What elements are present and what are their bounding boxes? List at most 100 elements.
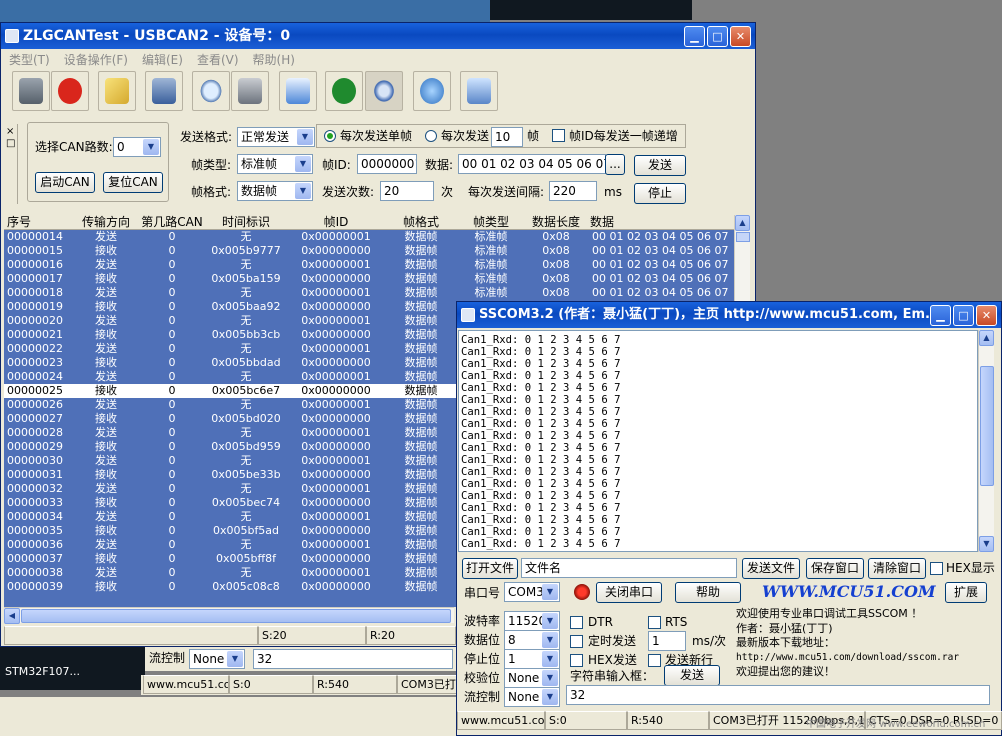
radio-multi-frame[interactable] bbox=[425, 130, 437, 142]
cell-timestamp: 0x005b9777 bbox=[211, 244, 281, 257]
start-can-button[interactable]: 启动CAN bbox=[35, 172, 95, 193]
send-count-input[interactable]: 20 bbox=[380, 181, 434, 201]
frame-type-select[interactable]: 标准帧 ▼ bbox=[237, 154, 313, 174]
toolbar-document-button[interactable] bbox=[279, 71, 317, 111]
bg-send-input[interactable]: 32 bbox=[253, 649, 453, 669]
mcu51-banner[interactable]: WWW.MCU51.COM bbox=[762, 582, 936, 602]
radio-single-frame[interactable] bbox=[324, 130, 336, 142]
cell-frame-id: 0x00000001 bbox=[301, 426, 371, 439]
stop-button[interactable]: 停止 bbox=[634, 183, 686, 204]
id-increment-checkbox[interactable] bbox=[552, 129, 565, 142]
bg-flow-select[interactable]: None ▼ bbox=[189, 649, 245, 669]
send-string-input[interactable]: 32 bbox=[566, 685, 990, 705]
sscom-close-icon[interactable]: ✕ bbox=[976, 305, 997, 326]
col-index[interactable]: 序号 bbox=[4, 215, 74, 229]
file-name-input[interactable]: 文件名 bbox=[521, 558, 737, 578]
expand-button[interactable]: 扩展 bbox=[945, 582, 987, 603]
toolbar-stop-button[interactable] bbox=[51, 71, 89, 111]
table-row[interactable]: 00000016 发送 0 无 0x00000001 数据帧 标准帧 0x08 00 01 02… bbox=[4, 258, 734, 272]
timed-interval-input[interactable]: 1 bbox=[648, 631, 686, 651]
databits-select[interactable]: 8 ▼ bbox=[504, 630, 560, 650]
cell-frame-format: 数据帧 bbox=[404, 440, 438, 453]
toolbar-computer-button[interactable] bbox=[460, 71, 498, 111]
channel-select[interactable]: 0 ▼ bbox=[113, 137, 161, 157]
stopbits-select[interactable]: 1 ▼ bbox=[504, 649, 560, 669]
save-window-button[interactable]: 保存窗口 bbox=[806, 558, 864, 579]
dock-restore-icon[interactable]: □ bbox=[6, 136, 15, 152]
dtr-checkbox[interactable] bbox=[570, 616, 583, 629]
table-hscrollbar[interactable]: ◀ bbox=[4, 607, 454, 624]
toolbar-settings-button[interactable] bbox=[365, 71, 403, 111]
rx-scroll-up-icon[interactable]: ▲ bbox=[979, 330, 994, 346]
scroll-thumb[interactable] bbox=[736, 232, 750, 242]
menu-device[interactable]: 设备操作(F) bbox=[64, 53, 128, 67]
toolbar-save-button[interactable] bbox=[231, 71, 269, 111]
col-direction[interactable]: 传输方向 bbox=[74, 215, 138, 229]
clear-window-button[interactable]: 清除窗口 bbox=[868, 558, 926, 579]
menu-edit[interactable]: 编辑(E) bbox=[142, 53, 183, 67]
multi-frame-count-input[interactable]: 10 bbox=[491, 127, 523, 147]
info-link[interactable]: http://www.mcu51.com/download/sscom.rar bbox=[736, 651, 992, 666]
rts-checkbox[interactable] bbox=[648, 616, 661, 629]
menu-type[interactable]: 类型(T) bbox=[9, 53, 50, 67]
frame-id-input[interactable]: 00000001 bbox=[357, 154, 417, 174]
toolbar-notepad-button[interactable] bbox=[98, 71, 136, 111]
toolbar-monitor-button[interactable] bbox=[12, 71, 50, 111]
interval-input[interactable]: 220 bbox=[549, 181, 597, 201]
sscom-minimize-icon[interactable]: ▁ bbox=[930, 305, 951, 326]
table-row[interactable]: 00000017 接收 0 0x005ba159 0x00000000 数据帧 标准帧 0x0… bbox=[4, 272, 734, 286]
frame-format-select[interactable]: 数据帧 ▼ bbox=[237, 181, 313, 201]
table-row[interactable]: 00000014 发送 0 无 0x00000001 数据帧 标准帧 0x08 00 01 02… bbox=[4, 230, 734, 244]
rx-scroll-down-icon[interactable]: ▼ bbox=[979, 536, 994, 552]
close-icon[interactable]: ✕ bbox=[730, 26, 751, 47]
send-format-select[interactable]: 正常发送 ▼ bbox=[237, 127, 315, 147]
table-row[interactable]: 00000018 发送 0 无 0x00000001 数据帧 标准帧 0x08 00 01 02… bbox=[4, 286, 734, 300]
hex-display-checkbox[interactable] bbox=[930, 562, 943, 575]
hex-send-checkbox[interactable] bbox=[570, 654, 583, 667]
port-select[interactable]: COM3 ▼ bbox=[504, 582, 560, 602]
rx-scroll-thumb[interactable] bbox=[980, 366, 994, 486]
send-button[interactable]: 发送 bbox=[634, 155, 686, 176]
scroll-up-icon[interactable]: ▲ bbox=[735, 215, 750, 231]
table-row[interactable]: 00000015 接收 0 0x005b9777 0x00000000 数据帧 标准帧 0x0… bbox=[4, 244, 734, 258]
col-channel[interactable]: 第几路CAN bbox=[138, 215, 206, 229]
data-ellipsis-button[interactable]: ... bbox=[605, 154, 625, 175]
info-line-5: 欢迎提出您的建议！ bbox=[736, 665, 835, 678]
sscom-maximize-icon[interactable]: □ bbox=[953, 305, 974, 326]
parity-select[interactable]: None ▼ bbox=[504, 668, 560, 688]
toolbar-accessibility-button[interactable] bbox=[325, 71, 363, 111]
minimize-icon[interactable]: ▁ bbox=[684, 26, 705, 47]
col-frame-type[interactable]: 帧类型 bbox=[456, 215, 526, 229]
toolbar-trash-button[interactable] bbox=[145, 71, 183, 111]
scroll-left-icon[interactable]: ◀ bbox=[4, 608, 20, 624]
receive-scrollbar[interactable]: ▲ ▼ bbox=[978, 330, 994, 552]
col-frame-id[interactable]: 帧ID bbox=[286, 215, 386, 229]
col-frame-format[interactable]: 帧格式 bbox=[386, 215, 456, 229]
data-input[interactable]: 00 01 02 03 04 05 06 07 bbox=[458, 154, 606, 174]
reset-can-button[interactable]: 复位CAN bbox=[103, 172, 163, 193]
menu-view[interactable]: 查看(V) bbox=[197, 53, 239, 67]
hscroll-thumb[interactable] bbox=[21, 609, 451, 623]
col-data-length[interactable]: 数据长度 bbox=[526, 215, 586, 229]
close-port-button[interactable]: 关闭串口 bbox=[596, 582, 662, 603]
toolbar-search-button[interactable] bbox=[192, 71, 230, 111]
toolbar-globe-button[interactable] bbox=[413, 71, 451, 111]
cell-direction: 接收 bbox=[95, 552, 117, 565]
maximize-icon[interactable]: □ bbox=[707, 26, 728, 47]
col-data[interactable]: 数据 bbox=[586, 215, 734, 229]
menu-help[interactable]: 帮助(H) bbox=[253, 53, 295, 67]
cell-frame-id: 0x00000001 bbox=[301, 230, 371, 243]
sscom-send-button[interactable]: 发送 bbox=[664, 665, 720, 686]
col-timestamp[interactable]: 时间标识 bbox=[206, 215, 286, 229]
open-file-button[interactable]: 打开文件 bbox=[462, 558, 518, 579]
send-file-button[interactable]: 发送文件 bbox=[742, 558, 800, 579]
send-newline-checkbox[interactable] bbox=[648, 654, 661, 667]
cell-channel: 0 bbox=[168, 426, 176, 439]
receive-area[interactable]: Can1_Rxd: 0 1 2 3 4 5 6 7 Can1_Rxd: 0 1 2… bbox=[458, 330, 978, 552]
globe-icon bbox=[420, 78, 444, 104]
help-button[interactable]: 帮助 bbox=[675, 582, 741, 603]
dock-handle[interactable]: × □ bbox=[4, 124, 18, 204]
timed-send-checkbox[interactable] bbox=[570, 635, 583, 648]
baud-select[interactable]: 115200 ▼ bbox=[504, 611, 560, 631]
flow-select[interactable]: None ▼ bbox=[504, 687, 560, 707]
